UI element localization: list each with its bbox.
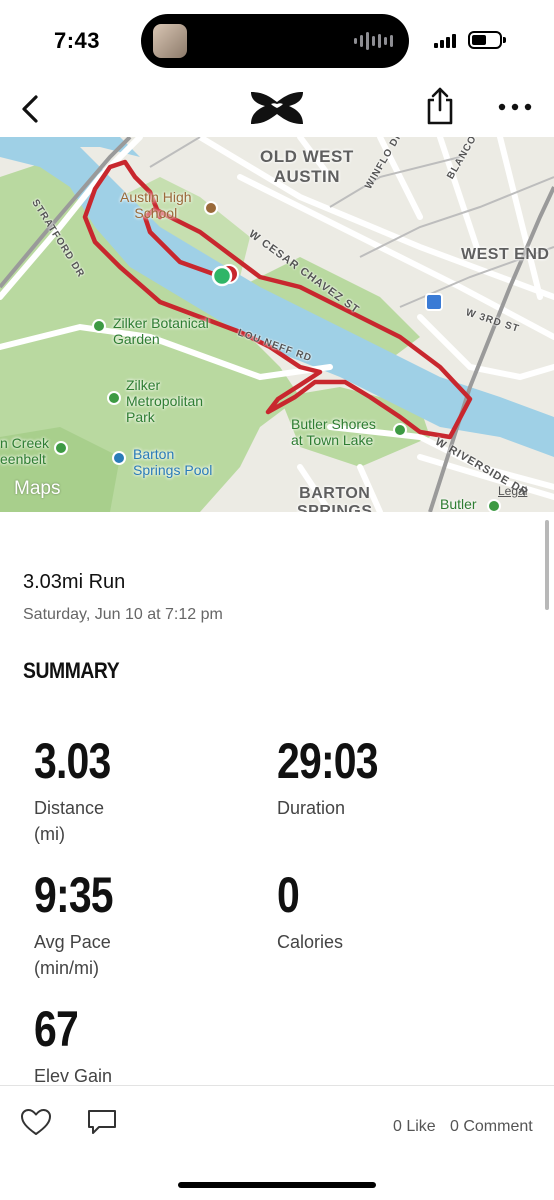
under-armour-logo [251, 92, 303, 124]
park-icon [487, 499, 501, 512]
comment-count[interactable]: 0 Comment [450, 1118, 533, 1136]
stat-label: Distance (mi) [34, 798, 105, 844]
stat-label: Calories [277, 932, 344, 952]
stat-distance: 3.03 Distance (mi) [34, 733, 127, 847]
stat-calories: 0 Calories [277, 867, 343, 955]
dynamic-island[interactable] [141, 14, 409, 68]
signal-icon [434, 32, 456, 48]
comment-icon[interactable] [86, 1108, 118, 1136]
like-count[interactable]: 0 Like [393, 1118, 436, 1136]
park-icon [393, 423, 407, 437]
garden-icon [92, 319, 106, 333]
map-label-creek-greenbelt: n Creek eenbelt [0, 435, 50, 467]
park-icon [107, 391, 121, 405]
map-label-austin-high: Austin High School [120, 189, 192, 221]
summary-heading: SUMMARY [23, 658, 120, 683]
stat-value: 67 [34, 1001, 79, 1057]
school-icon [204, 201, 218, 215]
stat-label: Duration [277, 798, 346, 818]
stat-duration: 29:03 Duration [277, 733, 400, 821]
share-icon[interactable] [424, 86, 456, 126]
map-label-barton-pool: Barton Springs Pool [133, 446, 213, 478]
stat-value: 9:35 [34, 867, 114, 923]
legal-link[interactable]: Legal [498, 484, 527, 498]
map-label-butler-shores: Butler Shores at Town Lake [291, 416, 376, 448]
map-label-zilker-park: Zilker Metropolitan Park [126, 377, 204, 425]
stat-value: 3.03 [34, 733, 111, 789]
more-horizontal-icon[interactable] [496, 92, 534, 122]
map-label-butler: Butler [440, 496, 477, 512]
map-label-old-west-austin: OLD WEST AUSTIN [260, 147, 354, 186]
map-label-zilker-garden: Zilker Botanical Garden [113, 315, 209, 347]
nav-bar [0, 80, 554, 137]
heart-icon[interactable] [20, 1108, 52, 1136]
status-bar: 7:43 [0, 0, 554, 80]
stat-elev-gain: 67 Elev Gain [34, 1001, 112, 1089]
map-label-west-end: WEST END [461, 246, 550, 263]
chevron-left-icon[interactable] [16, 92, 46, 126]
trail-icon [54, 441, 68, 455]
audio-waveform-icon [354, 32, 393, 50]
stat-value: 0 [277, 867, 300, 923]
status-time: 7:43 [54, 28, 101, 53]
home-indicator[interactable] [178, 1182, 376, 1188]
now-playing-thumbnail [153, 24, 187, 58]
stat-avg-pace: 9:35 Avg Pace (min/mi) [34, 867, 130, 981]
map-label-barton-springs: BARTON SPRINGS [297, 485, 373, 512]
transit-icon [425, 293, 443, 311]
stat-value: 29:03 [277, 733, 379, 789]
route-map[interactable]: OLD WEST AUSTIN WEST END BARTON SPRINGS … [0, 137, 554, 512]
activity-title: 3.03mi Run [23, 571, 126, 593]
stat-label: Avg Pace (min/mi) [34, 932, 111, 978]
apple-maps-brand: Maps [14, 478, 60, 500]
scrollbar[interactable] [545, 520, 549, 610]
activity-date: Saturday, Jun 10 at 7:12 pm [23, 606, 223, 623]
social-bar: 0 Like 0 Comment [0, 1085, 554, 1200]
maps-brand-text: Maps [14, 478, 61, 499]
pool-icon [112, 451, 126, 465]
battery-icon [468, 31, 506, 49]
